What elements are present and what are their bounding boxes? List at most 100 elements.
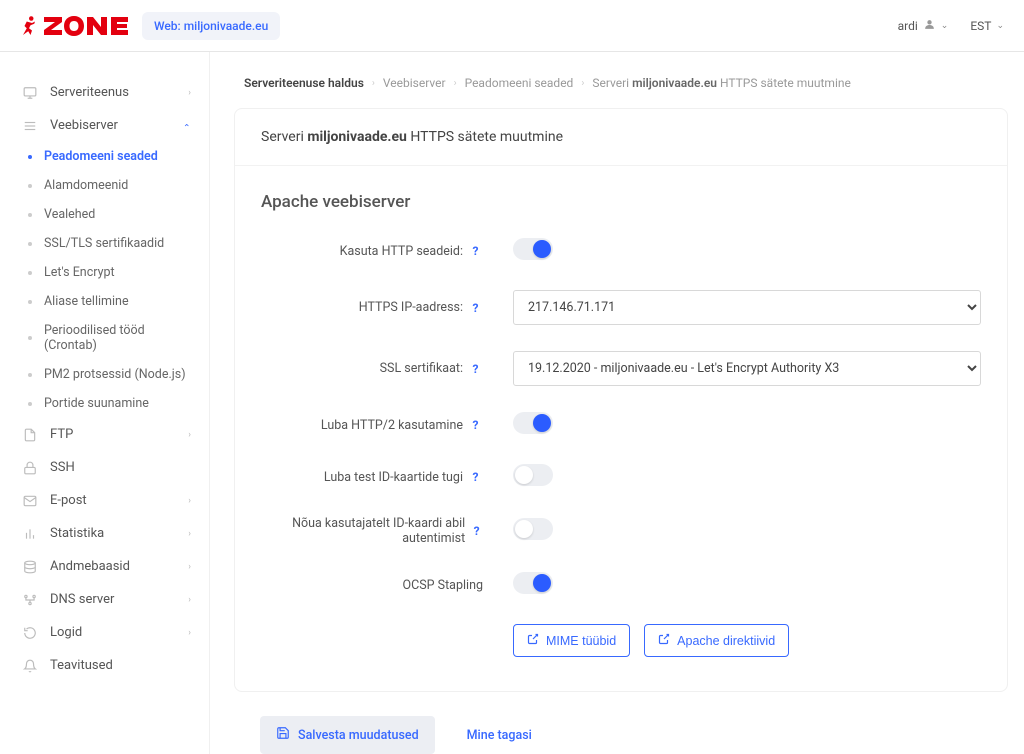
- breadcrumb-item-3[interactable]: Peadomeeni seaded: [465, 76, 574, 90]
- dot-icon: [28, 336, 32, 340]
- help-icon[interactable]: ?: [468, 244, 483, 259]
- row-https-ip: HTTPS IP-aadress: ? 217.146.71.171: [261, 290, 981, 325]
- language-menu[interactable]: EST ⌄: [970, 19, 1004, 33]
- chevron-down-icon: ⌄: [941, 21, 949, 31]
- domain-chip-prefix: Web:: [154, 19, 184, 33]
- footer-actions: Salvesta muudatused Mine tagasi: [234, 716, 1008, 754]
- file-icon: [22, 428, 38, 442]
- toggle-test-id[interactable]: [513, 464, 553, 486]
- help-icon[interactable]: ?: [468, 300, 483, 315]
- apache-directives-button[interactable]: Apache direktiivid: [644, 624, 789, 657]
- user-menu[interactable]: ardi ⌄: [898, 18, 949, 34]
- brand-logo[interactable]: [20, 15, 128, 37]
- help-icon[interactable]: ?: [468, 418, 483, 433]
- sidebar-item-serveriteenus[interactable]: Serveriteenus ›: [14, 76, 199, 109]
- sidebar-item-teavitused[interactable]: Teavitused: [14, 649, 199, 682]
- sidebar-item-andmebaasid[interactable]: Andmebaasid›: [14, 550, 199, 583]
- toggle-ocsp[interactable]: [513, 572, 553, 594]
- language-label: EST: [970, 19, 991, 33]
- logo-runner-icon: [20, 15, 38, 37]
- breadcrumb-item-1[interactable]: Serveriteenuse haldus: [244, 76, 364, 90]
- sidebar-item-ftp[interactable]: FTP›: [14, 418, 199, 451]
- sidebar-item-logid[interactable]: Logid›: [14, 616, 199, 649]
- sidebar-sub-item[interactable]: SSL/TLS sertifikaadid: [14, 229, 199, 258]
- chevron-icon: ›: [188, 496, 191, 506]
- sidebar-sub-label: Vealehed: [44, 207, 95, 222]
- control-use-http: [491, 238, 981, 264]
- select-https-ip[interactable]: 217.146.71.171: [513, 290, 981, 325]
- toggle-use-http[interactable]: [513, 238, 553, 260]
- sidebar-item-statistika[interactable]: Statistika›: [14, 517, 199, 550]
- breadcrumb-sep: ›: [581, 78, 584, 89]
- help-icon[interactable]: ?: [470, 524, 483, 539]
- row-http2: Luba HTTP/2 kasutamine ?: [261, 412, 981, 438]
- mime-types-button[interactable]: MIME tüübid: [513, 624, 630, 657]
- chevron-icon: ›: [188, 88, 191, 98]
- sidebar-sub-item[interactable]: PM2 protsessid (Node.js): [14, 360, 199, 389]
- dot-icon: [28, 271, 32, 275]
- sidebar-sub-item[interactable]: Portide suunamine: [14, 389, 199, 418]
- sidebar-item-label: Serveriteenus: [50, 85, 129, 100]
- sidebar: Serveriteenus›Veebiserver⌄Peadomeeni sea…: [0, 52, 210, 754]
- sidebar-item-veebiserver[interactable]: Veebiserver⌄: [14, 109, 199, 142]
- sidebar-sub-item[interactable]: Aliase tellimine: [14, 287, 199, 316]
- sidebar-sub-label: Alamdomeenid: [44, 178, 128, 193]
- save-button[interactable]: Salvesta muudatused: [260, 716, 435, 754]
- control-http2: [491, 412, 981, 438]
- select-ssl-cert[interactable]: 19.12.2020 - miljonivaade.eu - Let's Enc…: [513, 351, 981, 386]
- breadcrumb-item-4: Serveri miljonivaade.eu HTTPS sätete muu…: [592, 76, 851, 90]
- breadcrumb-sep: ›: [454, 78, 457, 89]
- main-layout: Serveriteenus›Veebiserver⌄Peadomeeni sea…: [0, 52, 1024, 754]
- sidebar-item-label: SSH: [50, 460, 75, 475]
- sidebar-sub-item[interactable]: Let's Encrypt: [14, 258, 199, 287]
- dns-icon: [22, 593, 38, 607]
- sidebar-sub-items: Peadomeeni seaded Alamdomeenid Vealehed SSL…: [14, 142, 199, 418]
- clock-icon: [22, 626, 38, 640]
- toggle-knob: [515, 466, 533, 484]
- label-require-id: Nõua kasutajatelt ID-kaardi abil autenti…: [261, 516, 491, 546]
- control-test-id: [491, 464, 981, 490]
- sidebar-sub-label: Aliase tellimine: [44, 294, 129, 309]
- label-ssl-cert: SSL sertifikaat: ?: [261, 361, 491, 376]
- header-left: Web: miljonivaade.eu: [20, 12, 280, 40]
- sidebar-item-label: Veebiserver: [50, 118, 118, 133]
- control-ssl-cert: 19.12.2020 - miljonivaade.eu - Let's Enc…: [491, 351, 981, 386]
- help-icon[interactable]: ?: [468, 470, 483, 485]
- dot-icon: [28, 155, 32, 159]
- label-use-http: Kasuta HTTP seadeid: ?: [261, 244, 491, 259]
- sidebar-sub-item[interactable]: Perioodilised tööd (Crontab): [14, 316, 199, 360]
- chevron-icon: ›: [188, 562, 191, 572]
- chevron-icon: ›: [188, 628, 191, 638]
- toggle-http2[interactable]: [513, 412, 553, 434]
- save-icon: [276, 726, 290, 744]
- sidebar-item-dns-server[interactable]: DNS server›: [14, 583, 199, 616]
- sidebar-item-ssh[interactable]: SSH: [14, 451, 199, 484]
- breadcrumb-item-2[interactable]: Veebiserver: [383, 76, 446, 90]
- sidebar-item-label: E-post: [50, 493, 87, 508]
- help-icon[interactable]: ?: [468, 361, 483, 376]
- sidebar-sub-item[interactable]: Alamdomeenid: [14, 171, 199, 200]
- toggle-require-id[interactable]: [513, 518, 553, 540]
- panel-body: Apache veebiserver Kasuta HTTP seadeid: …: [235, 166, 1007, 691]
- control-ocsp: [491, 572, 981, 598]
- row-ssl-cert: SSL sertifikaat: ? 19.12.2020 - miljoniv…: [261, 351, 981, 386]
- dot-icon: [28, 184, 32, 188]
- dot-icon: [28, 402, 32, 406]
- chevron-icon: ›: [188, 529, 191, 539]
- sidebar-sub-label: Peadomeeni seaded: [44, 149, 158, 164]
- label-ocsp: OCSP Stapling: [261, 578, 491, 593]
- sidebar-sub-item[interactable]: Peadomeeni seaded: [14, 142, 199, 171]
- monitor-icon: [22, 86, 38, 100]
- label-http2: Luba HTTP/2 kasutamine ?: [261, 418, 491, 433]
- back-link[interactable]: Mine tagasi: [455, 716, 544, 754]
- sidebar-sub-label: Portide suunamine: [44, 396, 149, 411]
- chevron-icon: ›: [188, 430, 191, 440]
- domain-chip[interactable]: Web: miljonivaade.eu: [142, 12, 280, 40]
- sidebar-item-e-post[interactable]: E-post ›: [14, 484, 199, 517]
- domain-chip-value: miljonivaade.eu: [184, 19, 269, 33]
- breadcrumb-sep: ›: [372, 78, 375, 89]
- sidebar-sub-item[interactable]: Vealehed: [14, 200, 199, 229]
- external-link-icon: [658, 633, 670, 648]
- toggle-knob: [533, 574, 551, 592]
- dot-icon: [28, 373, 32, 377]
